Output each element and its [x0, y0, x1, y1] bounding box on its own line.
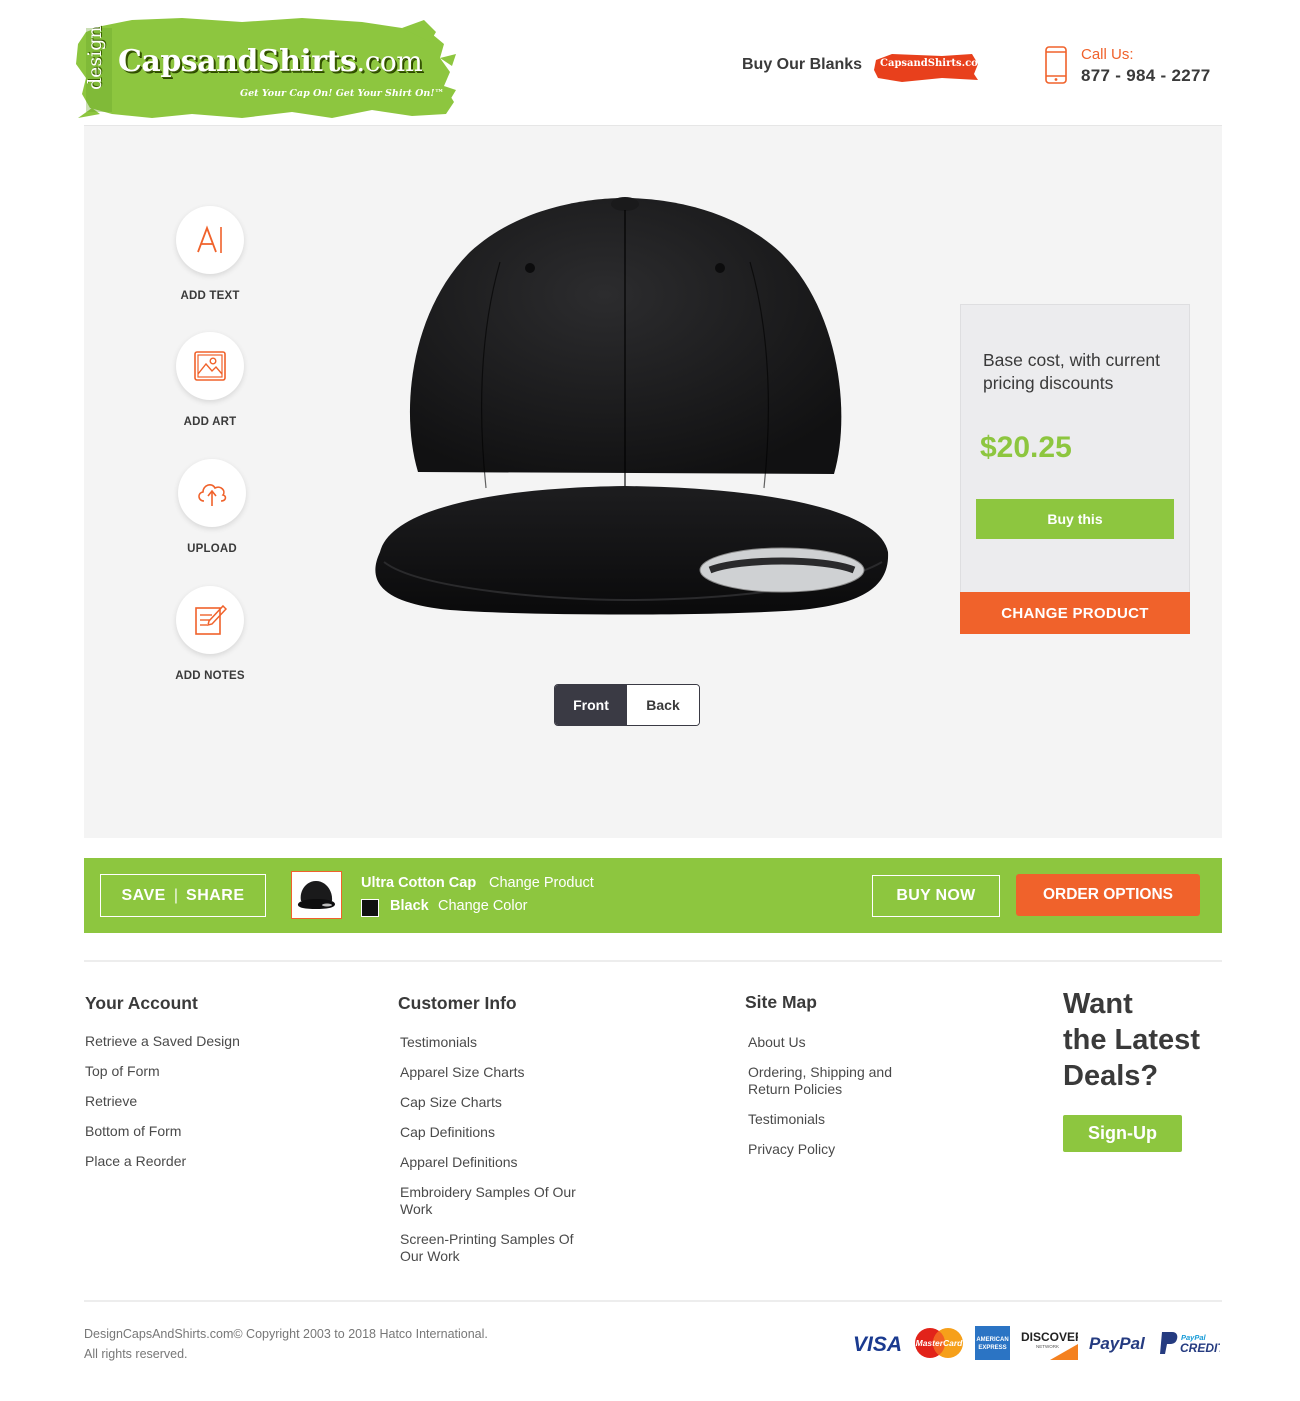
- site-logo[interactable]: design CapsandShirts.com Get Your Cap On…: [72, 14, 456, 122]
- logo-tagline: Get Your Cap On! Get Your Shirt On!™: [240, 88, 444, 99]
- discover-text: DISCOVER: [1021, 1330, 1078, 1344]
- buy-now-button[interactable]: BUY NOW: [872, 875, 1000, 917]
- add-notes-tool[interactable]: ADD NOTES: [160, 586, 260, 682]
- footer-link-testimonials[interactable]: Testimonials: [400, 1034, 477, 1051]
- pricing-panel: Base cost, with current pricing discount…: [960, 304, 1190, 593]
- amex-text-1: AMERICAN: [976, 1337, 1008, 1343]
- product-thumbnail[interactable]: [291, 871, 342, 919]
- logo-design-text: design: [84, 26, 106, 90]
- sign-up-button[interactable]: Sign-Up: [1063, 1115, 1182, 1152]
- footer-bottom-divider: [84, 1300, 1222, 1302]
- phone-number[interactable]: 877 - 984 - 2277: [1081, 66, 1211, 86]
- save-button[interactable]: SAVE: [121, 887, 165, 905]
- color-swatch: [361, 899, 379, 917]
- add-text-button[interactable]: [176, 206, 244, 274]
- footer-link-cap-definitions[interactable]: Cap Definitions: [400, 1124, 495, 1141]
- footer-link-cap-size-charts[interactable]: Cap Size Charts: [400, 1094, 502, 1111]
- change-product-link[interactable]: Change Product: [489, 875, 594, 891]
- upload-tool[interactable]: UPLOAD: [162, 459, 262, 555]
- change-color-link[interactable]: Change Color: [438, 898, 527, 914]
- footer-link-bottom-of-form[interactable]: Bottom of Form: [85, 1123, 181, 1140]
- cloud-upload-icon: [198, 483, 227, 506]
- upload-label: UPLOAD: [187, 543, 237, 555]
- product-name: Ultra Cotton Cap: [361, 875, 477, 891]
- visa-text: VISA: [853, 1333, 902, 1356]
- add-text-tool[interactable]: ADD TEXT: [160, 206, 260, 302]
- pricing-description: Base cost, with current pricing discount…: [983, 350, 1161, 393]
- add-art-label: ADD ART: [183, 416, 237, 428]
- cap-thumbnail-icon: [297, 881, 335, 909]
- copyright-line-2: All rights reserved.: [84, 1347, 188, 1361]
- amex-text-2: EXPRESS: [978, 1345, 1006, 1351]
- change-product-button[interactable]: CHANGE PRODUCT: [960, 592, 1190, 634]
- paypal-text: PayPal: [1089, 1334, 1146, 1353]
- product-cap-image[interactable]: [360, 192, 890, 616]
- footer-link-place-reorder[interactable]: Place a Reorder: [85, 1153, 186, 1170]
- buy-this-button[interactable]: Buy this: [976, 499, 1174, 539]
- design-workspace: ADD TEXT ADD ART UPLOAD ADD NOTES Front …: [84, 126, 1222, 838]
- action-bar: SAVE | SHARE Ultra Cotton Cap Change Pro…: [84, 858, 1222, 933]
- discover-network-text: NETWORK: [1036, 1344, 1059, 1349]
- footer-link-ordering-policies[interactable]: Ordering, Shipping and Return Policies: [748, 1064, 923, 1098]
- logo-main-text: CapsandShirts: [118, 44, 357, 79]
- footer-link-about-us[interactable]: About Us: [748, 1034, 806, 1051]
- mastercard-icon: MasterCard: [915, 1328, 964, 1358]
- front-view-button[interactable]: Front: [555, 685, 627, 725]
- buy-blanks-link[interactable]: Buy Our Blanks: [742, 56, 862, 74]
- footer-link-retrieve[interactable]: Retrieve: [85, 1093, 137, 1110]
- mini-logo-text: CapsandShirts.com: [880, 58, 989, 69]
- paypal-credit-icon: PayPal CREDIT: [1160, 1332, 1220, 1355]
- view-toggle: Front Back: [554, 684, 700, 726]
- deals-line-2: the Latest: [1063, 1024, 1200, 1056]
- discover-icon: DISCOVER NETWORK: [1020, 1326, 1078, 1360]
- amex-icon: AMERICAN EXPRESS: [975, 1326, 1010, 1360]
- deals-line-3: Deals?: [1063, 1060, 1159, 1092]
- footer-link-top-of-form[interactable]: Top of Form: [85, 1063, 160, 1080]
- your-account-heading: Your Account: [85, 993, 198, 1013]
- notes-icon: [195, 604, 227, 635]
- deals-line-1: Want: [1063, 988, 1133, 1020]
- save-share-divider: |: [173, 886, 179, 904]
- phone-icon: [1045, 46, 1067, 84]
- logo-wordmark: CapsandShirts.com: [118, 44, 423, 79]
- text-icon: [197, 225, 222, 253]
- image-icon: [194, 351, 226, 381]
- price-value: $20.25: [980, 431, 1072, 464]
- footer-link-apparel-definitions[interactable]: Apparel Definitions: [400, 1154, 518, 1171]
- footer-link-apparel-size-charts[interactable]: Apparel Size Charts: [400, 1064, 525, 1081]
- call-us-label: Call Us:: [1081, 46, 1134, 63]
- copyright-text: DesignCapsAndShirts.com© Copyright 2003 …: [84, 1324, 488, 1364]
- visa-icon: VISA: [853, 1333, 902, 1356]
- footer-link-sitemap-testimonials[interactable]: Testimonials: [748, 1111, 825, 1128]
- add-notes-label: ADD NOTES: [175, 670, 245, 682]
- logo-com-text: .com: [356, 45, 423, 78]
- back-view-button[interactable]: Back: [627, 685, 699, 725]
- paypal-icon: PayPal: [1089, 1334, 1146, 1353]
- mastercard-text: MasterCard: [916, 1338, 964, 1348]
- add-art-tool[interactable]: ADD ART: [160, 332, 260, 428]
- order-options-button[interactable]: ORDER OPTIONS: [1016, 874, 1200, 916]
- add-notes-button[interactable]: [176, 586, 244, 654]
- share-button[interactable]: SHARE: [186, 887, 245, 905]
- footer-link-retrieve-saved-design[interactable]: Retrieve a Saved Design: [85, 1033, 240, 1050]
- footer-link-screen-printing-samples[interactable]: Screen-Printing Samples Of Our Work: [400, 1231, 580, 1265]
- color-name: Black: [390, 898, 429, 914]
- paypal-credit-text: CREDIT: [1180, 1341, 1220, 1355]
- save-share-box: SAVE | SHARE: [100, 874, 266, 917]
- customer-info-heading: Customer Info: [398, 993, 517, 1013]
- add-text-label: ADD TEXT: [180, 290, 240, 302]
- deals-heading: Want the Latest Deals?: [1063, 986, 1200, 1094]
- upload-button[interactable]: [178, 459, 246, 527]
- copyright-line-1: DesignCapsAndShirts.com© Copyright 2003 …: [84, 1327, 488, 1341]
- site-map-heading: Site Map: [745, 992, 817, 1012]
- add-art-button[interactable]: [176, 332, 244, 400]
- footer-link-embroidery-samples[interactable]: Embroidery Samples Of Our Work: [400, 1184, 580, 1218]
- footer-top-divider: [84, 960, 1222, 962]
- site-header: design CapsandShirts.com Get Your Cap On…: [0, 0, 1300, 126]
- footer-link-privacy-policy[interactable]: Privacy Policy: [748, 1141, 835, 1158]
